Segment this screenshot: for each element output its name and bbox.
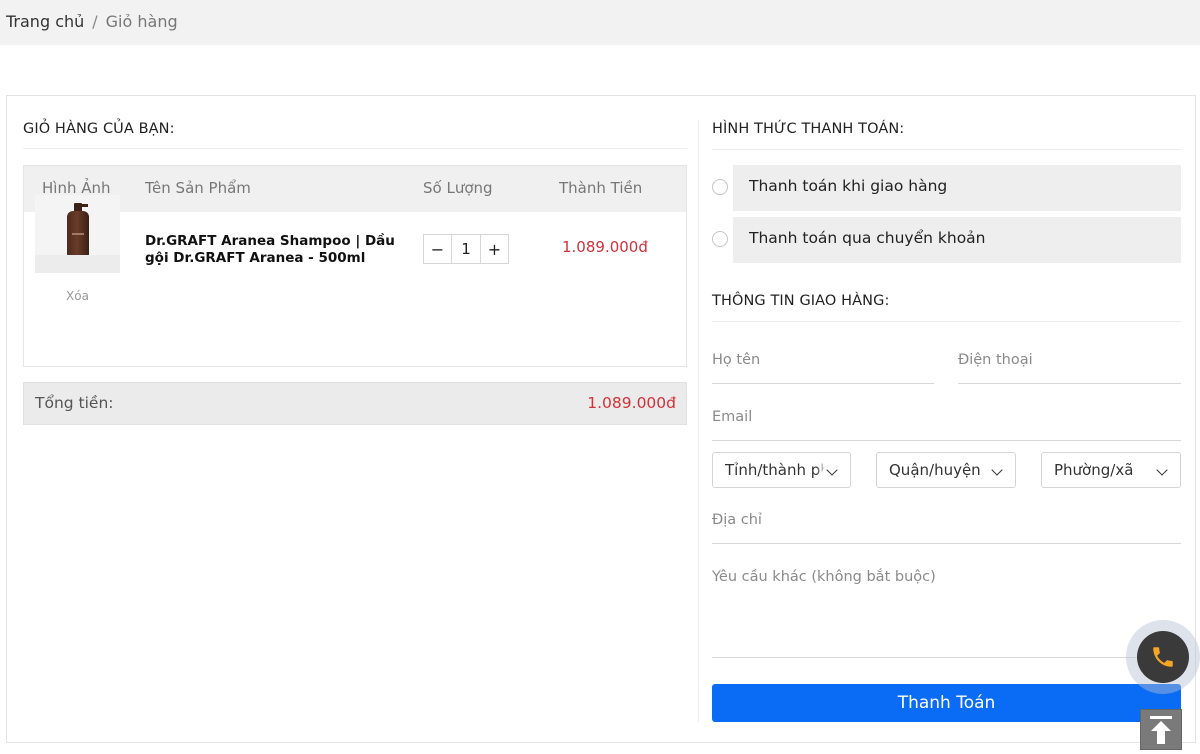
payment-title-divider: [712, 149, 1181, 150]
email-field[interactable]: Email: [712, 409, 1181, 441]
province-select[interactable]: Tỉnh/thành phố: [712, 452, 851, 488]
note-textarea[interactable]: Yêu cầu khác (không bắt buộc): [712, 569, 1181, 658]
district-select-value: Quận/huyện: [889, 461, 981, 479]
payment-transfer-label: Thanh toán qua chuyển khoản: [749, 229, 986, 247]
breadcrumb-bar: Trang chủ / Giỏ hàng: [0, 0, 1200, 45]
phone-placeholder: Điện thoại: [958, 352, 1033, 368]
payment-cod-radio[interactable]: [712, 179, 728, 195]
phone-icon: [1153, 647, 1173, 667]
call-floating-button[interactable]: [1126, 620, 1200, 694]
column-header-total: Thành Tiền: [559, 179, 643, 197]
increase-quantity-button[interactable]: +: [481, 235, 508, 263]
breadcrumb: Trang chủ / Giỏ hàng: [6, 12, 178, 31]
decrease-quantity-button[interactable]: −: [424, 235, 451, 263]
arrow-up-icon: [1150, 716, 1172, 744]
breadcrumb-separator: /: [92, 12, 98, 31]
shipping-title-divider: [712, 321, 1181, 322]
payment-cod-label: Thanh toán khi giao hàng: [749, 177, 948, 195]
shampoo-bottle-image: [67, 203, 89, 257]
district-select[interactable]: Quận/huyện: [876, 452, 1016, 488]
cart-table-header: Hình Ảnh Tên Sản Phẩm Số Lượng Thành Tiề…: [24, 166, 686, 212]
total-label: Tổng tiền:: [35, 394, 114, 412]
breadcrumb-home-link[interactable]: Trang chủ: [6, 12, 84, 31]
note-placeholder: Yêu cầu khác (không bắt buộc): [712, 569, 936, 585]
cart-table: Hình Ảnh Tên Sản Phẩm Số Lượng Thành Tiề…: [23, 165, 687, 367]
checkout-container: GIỎ HÀNG CỦA BẠN: Hình Ảnh Tên Sản Phẩm …: [6, 95, 1196, 743]
email-placeholder: Email: [712, 409, 753, 425]
name-field[interactable]: Họ tên: [712, 352, 934, 384]
column-divider: [698, 120, 699, 722]
ward-select-value: Phường/xã: [1054, 461, 1134, 479]
column-header-name: Tên Sản Phẩm: [145, 179, 251, 197]
column-header-quantity: Số Lượng: [423, 179, 493, 197]
phone-field[interactable]: Điện thoại: [958, 352, 1181, 384]
payment-option-transfer[interactable]: Thanh toán qua chuyển khoản: [712, 217, 1181, 263]
breadcrumb-current: Giỏ hàng: [105, 12, 178, 31]
delete-item-link[interactable]: Xóa: [66, 289, 89, 303]
line-total-price: 1.089.000đ: [562, 238, 648, 256]
product-thumbnail[interactable]: [35, 195, 120, 273]
payment-title: HÌNH THỨC THANH TOÁN:: [712, 121, 905, 137]
cart-title-divider: [23, 148, 687, 149]
scroll-to-top-button[interactable]: [1140, 709, 1182, 750]
total-value: 1.089.000đ: [587, 394, 676, 412]
checkout-submit-button[interactable]: Thanh Toán: [712, 684, 1181, 722]
payment-transfer-box[interactable]: Thanh toán qua chuyển khoản: [733, 217, 1181, 263]
shipping-title: THÔNG TIN GIAO HÀNG:: [712, 293, 890, 309]
name-placeholder: Họ tên: [712, 352, 761, 368]
ward-select[interactable]: Phường/xã: [1041, 452, 1181, 488]
payment-cod-box[interactable]: Thanh toán khi giao hàng: [733, 165, 1181, 211]
cart-total-bar: Tổng tiền: 1.089.000đ: [23, 382, 687, 425]
address-field[interactable]: Địa chỉ: [712, 512, 1181, 544]
payment-option-cod[interactable]: Thanh toán khi giao hàng: [712, 165, 1181, 211]
payment-transfer-radio[interactable]: [712, 231, 728, 247]
address-placeholder: Địa chỉ: [712, 512, 762, 528]
product-name[interactable]: Dr.GRAFT Aranea Shampoo | Dầu gội Dr.GRA…: [145, 233, 395, 267]
quantity-stepper: − 1 +: [423, 234, 509, 264]
cart-title: GIỎ HÀNG CỦA BẠN:: [23, 121, 175, 137]
quantity-input[interactable]: 1: [451, 235, 481, 263]
